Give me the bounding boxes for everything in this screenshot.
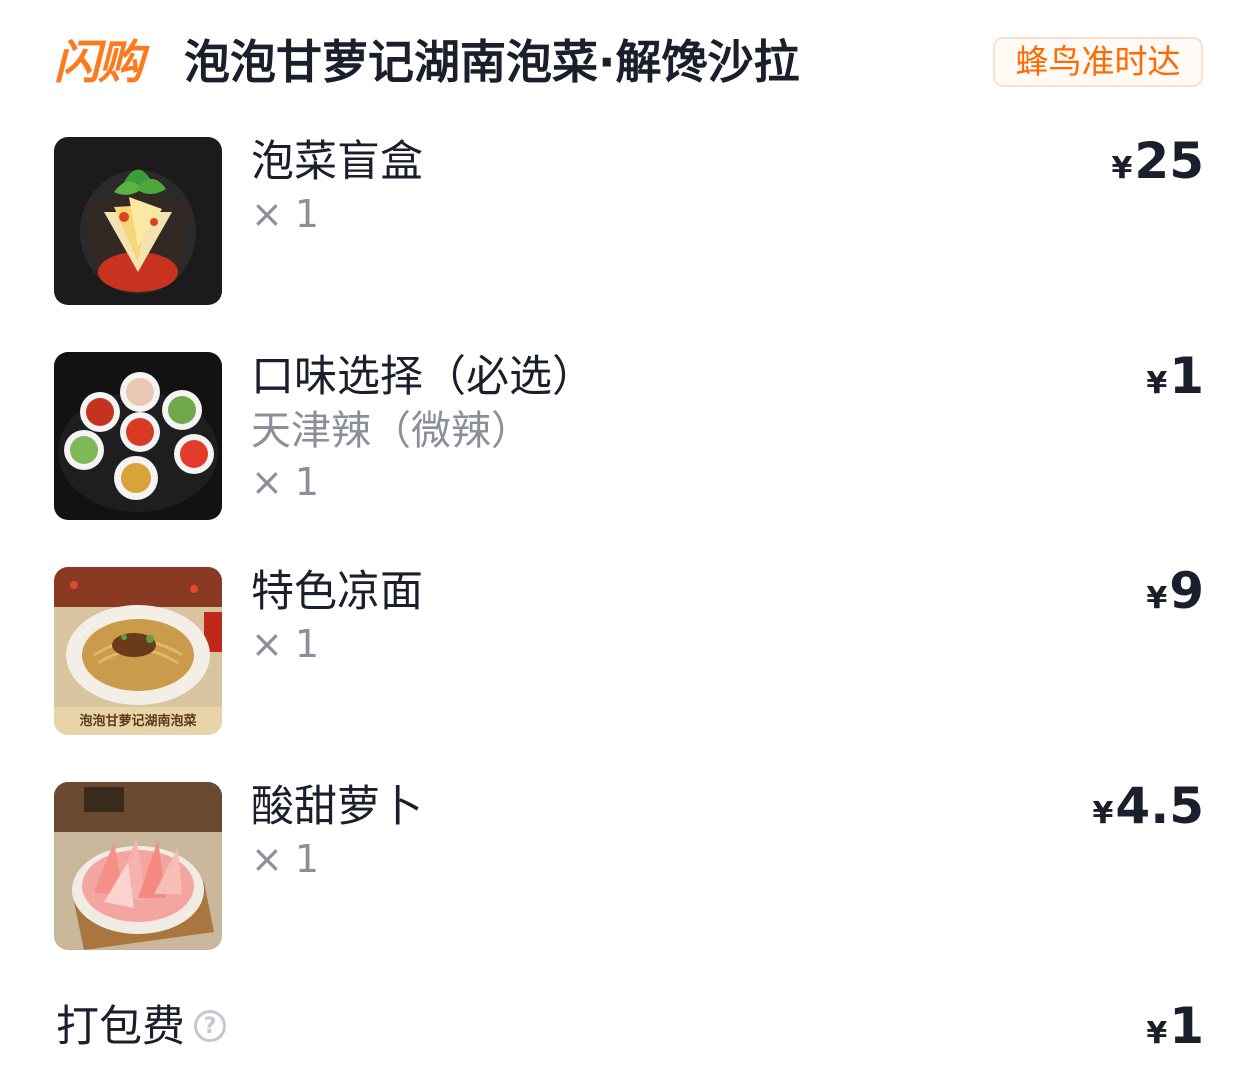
item-price-value: 9 [1169, 562, 1204, 620]
image-caption: 泡泡甘萝记湖南泡菜 [79, 714, 197, 729]
item-price-value: 1 [1169, 347, 1204, 405]
packing-fee-price: ¥1 [1146, 998, 1204, 1054]
delivery-badge: 蜂鸟准时达 [993, 37, 1203, 87]
item-image-pickled-vegetable-bowl [54, 137, 222, 305]
item-price: ¥25 [1112, 133, 1204, 189]
packing-fee-value: 1 [1169, 997, 1204, 1055]
item-price: ¥1 [1146, 348, 1204, 404]
currency-symbol: ¥ [1146, 581, 1168, 616]
order-item[interactable]: 泡泡甘萝记湖南泡菜 特色凉面 × 1 ¥9 [0, 563, 1260, 742]
item-quantity: × 1 [251, 192, 320, 236]
currency-symbol: ¥ [1146, 366, 1168, 401]
packing-fee-label: 打包费 [56, 1002, 185, 1052]
item-name: 泡菜盲盒 [251, 137, 423, 187]
item-image-sauce-cups-platter [54, 352, 222, 520]
currency-symbol: ¥ [1111, 151, 1133, 186]
question-circle-icon[interactable]: ? [194, 1010, 226, 1042]
order-item[interactable]: 泡菜盲盒 × 1 ¥25 [0, 133, 1260, 312]
item-price-value: 25 [1134, 132, 1204, 190]
item-image-cold-noodles-plate: 泡泡甘萝记湖南泡菜 [54, 567, 222, 735]
brand-logo: 闪购 [54, 35, 144, 89]
order-item[interactable]: 酸甜萝卜 × 1 ¥4.5 [0, 778, 1260, 957]
item-name: 酸甜萝卜 [251, 782, 423, 832]
item-name: 口味选择（必选） [251, 352, 595, 402]
item-price-value: 4.5 [1115, 777, 1204, 835]
item-price: ¥9 [1146, 563, 1204, 619]
item-quantity: × 1 [251, 837, 320, 881]
item-name: 特色凉面 [251, 567, 423, 617]
item-image-radish-slices-bowl [54, 782, 222, 950]
packing-fee-row: 打包费 ? ¥1 [0, 998, 1260, 1058]
currency-symbol: ¥ [1092, 796, 1114, 831]
order-item[interactable]: 口味选择（必选） 天津辣（微辣） × 1 ¥1 [0, 348, 1260, 527]
item-quantity: × 1 [251, 460, 320, 504]
currency-symbol: ¥ [1146, 1016, 1168, 1051]
item-price: ¥4.5 [1093, 778, 1204, 834]
item-spec: 天津辣（微辣） [251, 408, 531, 454]
store-name[interactable]: 泡泡甘萝记湖南泡菜·解馋沙拉 [184, 34, 799, 90]
item-quantity: × 1 [251, 622, 320, 666]
order-header: 闪购 泡泡甘萝记湖南泡菜·解馋沙拉 蜂鸟准时达 [0, 0, 1260, 125]
